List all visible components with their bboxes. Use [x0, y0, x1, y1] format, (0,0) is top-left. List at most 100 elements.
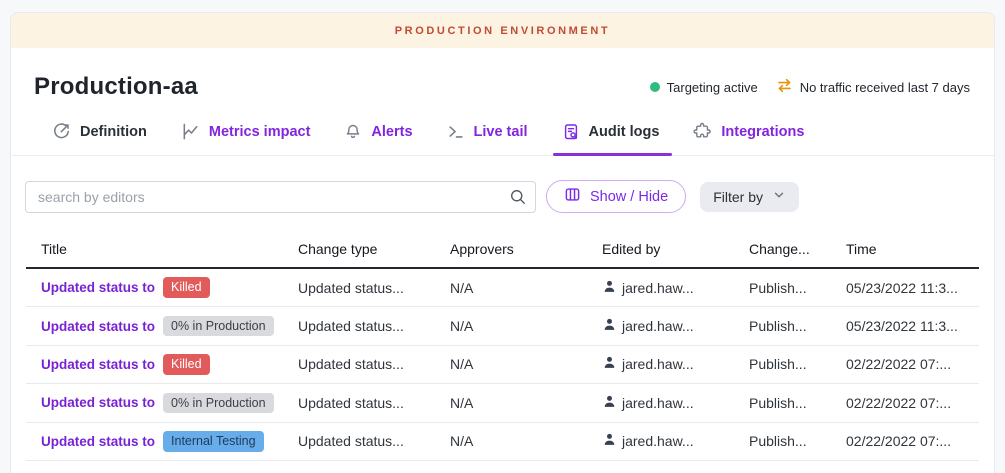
bell-icon	[344, 123, 362, 141]
editor-name: jared.haw...	[622, 318, 694, 334]
terminal-icon	[447, 123, 465, 141]
search-input[interactable]	[25, 181, 536, 213]
approvers-cell: N/A	[450, 356, 602, 372]
filter-by-button[interactable]: Filter by	[700, 182, 799, 212]
change-cell: Publish...	[749, 356, 846, 372]
search-wrap	[25, 181, 536, 213]
tab-alerts-label: Alerts	[371, 124, 412, 140]
col-edited-by: Edited by	[602, 241, 749, 257]
col-change-type: Change type	[298, 241, 450, 257]
change-type-cell: Updated status...	[298, 318, 450, 334]
row-title-link[interactable]: Updated status to	[41, 280, 155, 295]
edited-by-cell: jared.haw...	[602, 279, 749, 297]
tab-definition[interactable]: Definition	[52, 122, 147, 155]
metrics-icon	[181, 122, 200, 141]
person-icon	[602, 279, 617, 297]
show-hide-button[interactable]: Show / Hide	[546, 180, 686, 213]
title-cell: Updated status to Internal Testing	[26, 431, 298, 452]
col-approvers: Approvers	[450, 241, 602, 257]
col-title: Title	[26, 241, 298, 257]
time-cell: 05/23/2022 11:3...	[846, 318, 979, 334]
edited-by-cell: jared.haw...	[602, 432, 749, 450]
edited-by-cell: jared.haw...	[602, 355, 749, 373]
change-cell: Publish...	[749, 395, 846, 411]
tab-definition-label: Definition	[80, 124, 147, 140]
person-icon	[602, 317, 617, 335]
time-cell: 02/22/2022 07:...	[846, 433, 979, 449]
editor-name: jared.haw...	[622, 280, 694, 296]
table-row: Updated status to 0% in Production Updat…	[26, 307, 979, 345]
tab-integrations-label: Integrations	[721, 124, 804, 140]
table-row: Updated status to Killed Updated status.…	[26, 346, 979, 384]
tab-integrations[interactable]: Integrations	[693, 122, 804, 155]
title-cell: Updated status to Killed	[26, 277, 298, 298]
editor-name: jared.haw...	[622, 395, 694, 411]
table-row: Updated status to Killed Updated status.…	[26, 269, 979, 307]
title-cell: Updated status to 0% in Production	[26, 316, 298, 337]
tab-audit-logs[interactable]: Audit logs	[562, 122, 660, 155]
change-type-cell: Updated status...	[298, 280, 450, 296]
chevron-down-icon	[772, 188, 786, 205]
tab-live-tail[interactable]: Live tail	[447, 122, 528, 155]
change-type-cell: Updated status...	[298, 395, 450, 411]
tab-metrics-impact-label: Metrics impact	[209, 124, 311, 140]
change-type-cell: Updated status...	[298, 356, 450, 372]
time-cell: 05/23/2022 11:3...	[846, 280, 979, 296]
table-row: Updated status to Internal Testing Updat…	[26, 423, 979, 461]
environment-card: PRODUCTION ENVIRONMENT Production-aa Tar…	[10, 12, 995, 473]
production-environment-banner: PRODUCTION ENVIRONMENT	[11, 13, 994, 48]
time-cell: 02/22/2022 07:...	[846, 356, 979, 372]
columns-icon	[564, 186, 581, 207]
edited-by-cell: jared.haw...	[602, 394, 749, 412]
approvers-cell: N/A	[450, 395, 602, 411]
row-title-link[interactable]: Updated status to	[41, 357, 155, 372]
approvers-cell: N/A	[450, 318, 602, 334]
status-badge: Killed	[163, 277, 210, 298]
time-cell: 02/22/2022 07:...	[846, 395, 979, 411]
banner-label: PRODUCTION ENVIRONMENT	[395, 25, 610, 37]
person-icon	[602, 432, 617, 450]
title-cell: Updated status to Killed	[26, 354, 298, 375]
tab-bar: Definition Metrics impact Alerts	[11, 118, 994, 156]
table-header-row: Title Change type Approvers Edited by Ch…	[26, 225, 979, 269]
page-title: Production-aa	[34, 73, 198, 101]
tab-audit-logs-label: Audit logs	[589, 124, 660, 140]
status-badge: 0% in Production	[163, 393, 274, 414]
editor-name: jared.haw...	[622, 433, 694, 449]
change-type-cell: Updated status...	[298, 433, 450, 449]
status-badge: 0% in Production	[163, 316, 274, 337]
status-badge: Internal Testing	[163, 431, 264, 452]
person-icon	[602, 355, 617, 373]
status-badge: Killed	[163, 354, 210, 375]
page-header: Production-aa Targeting active No traffi…	[11, 48, 994, 118]
row-title-link[interactable]: Updated status to	[41, 434, 155, 449]
approvers-cell: N/A	[450, 433, 602, 449]
tab-metrics-impact[interactable]: Metrics impact	[181, 122, 311, 155]
change-cell: Publish...	[749, 433, 846, 449]
table-row: Updated status to 0% in Production Updat…	[26, 384, 979, 422]
tab-live-tail-label: Live tail	[474, 124, 528, 140]
audit-log-table: Title Change type Approvers Edited by Ch…	[26, 225, 979, 461]
tab-alerts[interactable]: Alerts	[344, 122, 412, 155]
audit-toolbar: Show / Hide Filter by	[11, 156, 994, 225]
targeting-status: Targeting active	[650, 80, 758, 95]
targeting-status-label: Targeting active	[667, 80, 758, 95]
edited-by-cell: jared.haw...	[602, 317, 749, 335]
search-icon	[509, 188, 527, 211]
title-cell: Updated status to 0% in Production	[26, 393, 298, 414]
row-title-link[interactable]: Updated status to	[41, 395, 155, 410]
audit-search-icon	[562, 123, 580, 141]
green-dot-icon	[650, 82, 660, 92]
show-hide-label: Show / Hide	[590, 189, 668, 205]
change-cell: Publish...	[749, 318, 846, 334]
filter-by-label: Filter by	[713, 189, 763, 205]
row-title-link[interactable]: Updated status to	[41, 319, 155, 334]
puzzle-icon	[693, 122, 712, 141]
swap-arrows-icon	[776, 77, 793, 97]
traffic-status-label: No traffic received last 7 days	[800, 80, 970, 95]
status-area: Targeting active No traffic received las…	[650, 77, 970, 97]
approvers-cell: N/A	[450, 280, 602, 296]
change-cell: Publish...	[749, 280, 846, 296]
col-change: Change...	[749, 241, 846, 257]
definition-icon	[52, 122, 71, 141]
